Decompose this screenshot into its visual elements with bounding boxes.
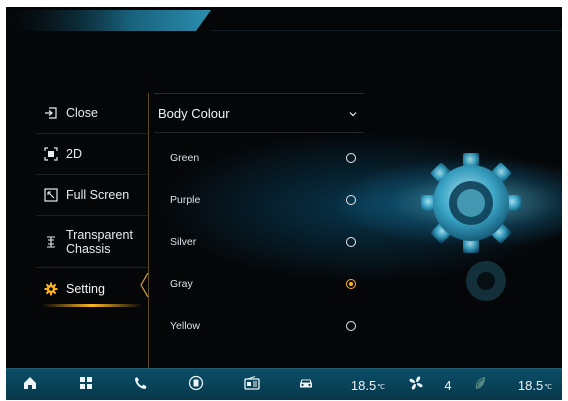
chevron-down-icon — [348, 106, 358, 121]
radio-button[interactable] — [346, 194, 356, 205]
radio-button[interactable] — [346, 152, 356, 163]
seat-heat-button[interactable] — [468, 369, 492, 400]
fullscreen-icon — [44, 188, 58, 202]
radio-button-selected[interactable] — [346, 278, 356, 289]
sidebar-item-full-screen[interactable]: Full Screen — [36, 175, 148, 216]
seat-heat-icon — [473, 376, 487, 395]
sidebar-item-label: Transparent Chassis — [66, 228, 133, 256]
gear-icon — [44, 282, 58, 296]
option-label: Green — [170, 151, 200, 164]
active-notch — [140, 273, 149, 297]
fan-icon — [408, 375, 424, 396]
apps-grid-icon — [79, 376, 93, 395]
temp-right-value: 18.5 — [517, 377, 544, 393]
home-button[interactable] — [16, 369, 44, 400]
option-label: Silver — [170, 235, 197, 248]
view-2d-icon — [44, 147, 58, 161]
colour-option-green[interactable]: Green — [154, 137, 364, 178]
home-icon — [23, 376, 37, 395]
bottom-dock: 18.5 ℃ 4 18.5 ℃ — [6, 368, 562, 400]
chassis-icon — [44, 235, 58, 249]
colour-option-yellow[interactable]: Yellow — [154, 305, 364, 346]
infotainment-screen: Close 2D Full Screen Transparent Chassis — [6, 7, 562, 400]
media-icon — [188, 375, 204, 396]
exit-icon — [44, 106, 58, 120]
colour-option-silver[interactable]: Silver — [154, 221, 364, 262]
temp-left-value: 18.5 — [350, 377, 377, 393]
apps-button[interactable] — [72, 369, 100, 400]
radio-button-dock[interactable] — [238, 369, 266, 400]
sidebar-item-label: Setting — [66, 281, 105, 296]
body-colour-dropdown[interactable]: Body Colour — [154, 93, 364, 133]
temp-unit: ℃ — [377, 384, 386, 391]
car-button[interactable] — [292, 369, 320, 400]
option-label: Purple — [170, 193, 201, 206]
sidebar-item-label-line1: Transparent — [66, 227, 133, 242]
sidebar-item-2d[interactable]: 2D — [36, 134, 148, 175]
fan-button[interactable] — [404, 369, 428, 400]
sidebar-item-transparent-chassis[interactable]: Transparent Chassis — [36, 216, 148, 268]
car-icon — [298, 376, 314, 394]
fan-speed[interactable]: 4 — [438, 369, 458, 400]
media-button[interactable] — [182, 369, 210, 400]
radio-button[interactable] — [346, 236, 356, 247]
sidebar-item-close[interactable]: Close — [36, 93, 148, 134]
radio-button[interactable] — [346, 320, 356, 331]
phone-button[interactable] — [127, 369, 155, 400]
temp-unit: ℃ — [544, 384, 553, 391]
colour-option-gray[interactable]: Gray — [154, 263, 364, 304]
sidebar-item-label: 2D — [66, 147, 82, 161]
sidebar-item-label: Close — [66, 106, 98, 120]
radio-icon — [244, 375, 260, 395]
top-accent-bar — [6, 10, 562, 31]
phone-icon — [134, 376, 148, 395]
temperature-left[interactable]: 18.5 ℃ — [346, 369, 390, 400]
settings-gear-decoration-icon — [421, 153, 521, 301]
sidebar-item-label: Full Screen — [66, 188, 130, 202]
option-label: Yellow — [170, 319, 200, 332]
active-indicator — [42, 304, 142, 307]
sidebar-divider — [148, 93, 149, 373]
colour-option-purple[interactable]: Purple — [154, 179, 364, 220]
sidebar-item-setting[interactable]: Setting — [36, 268, 148, 309]
option-label: Gray — [170, 277, 193, 290]
sidebar-item-label-line2: Chassis — [66, 241, 111, 256]
fan-speed-value: 4 — [444, 377, 452, 393]
dropdown-label: Body Colour — [158, 105, 230, 121]
temperature-right[interactable]: 18.5 ℃ — [512, 369, 558, 400]
